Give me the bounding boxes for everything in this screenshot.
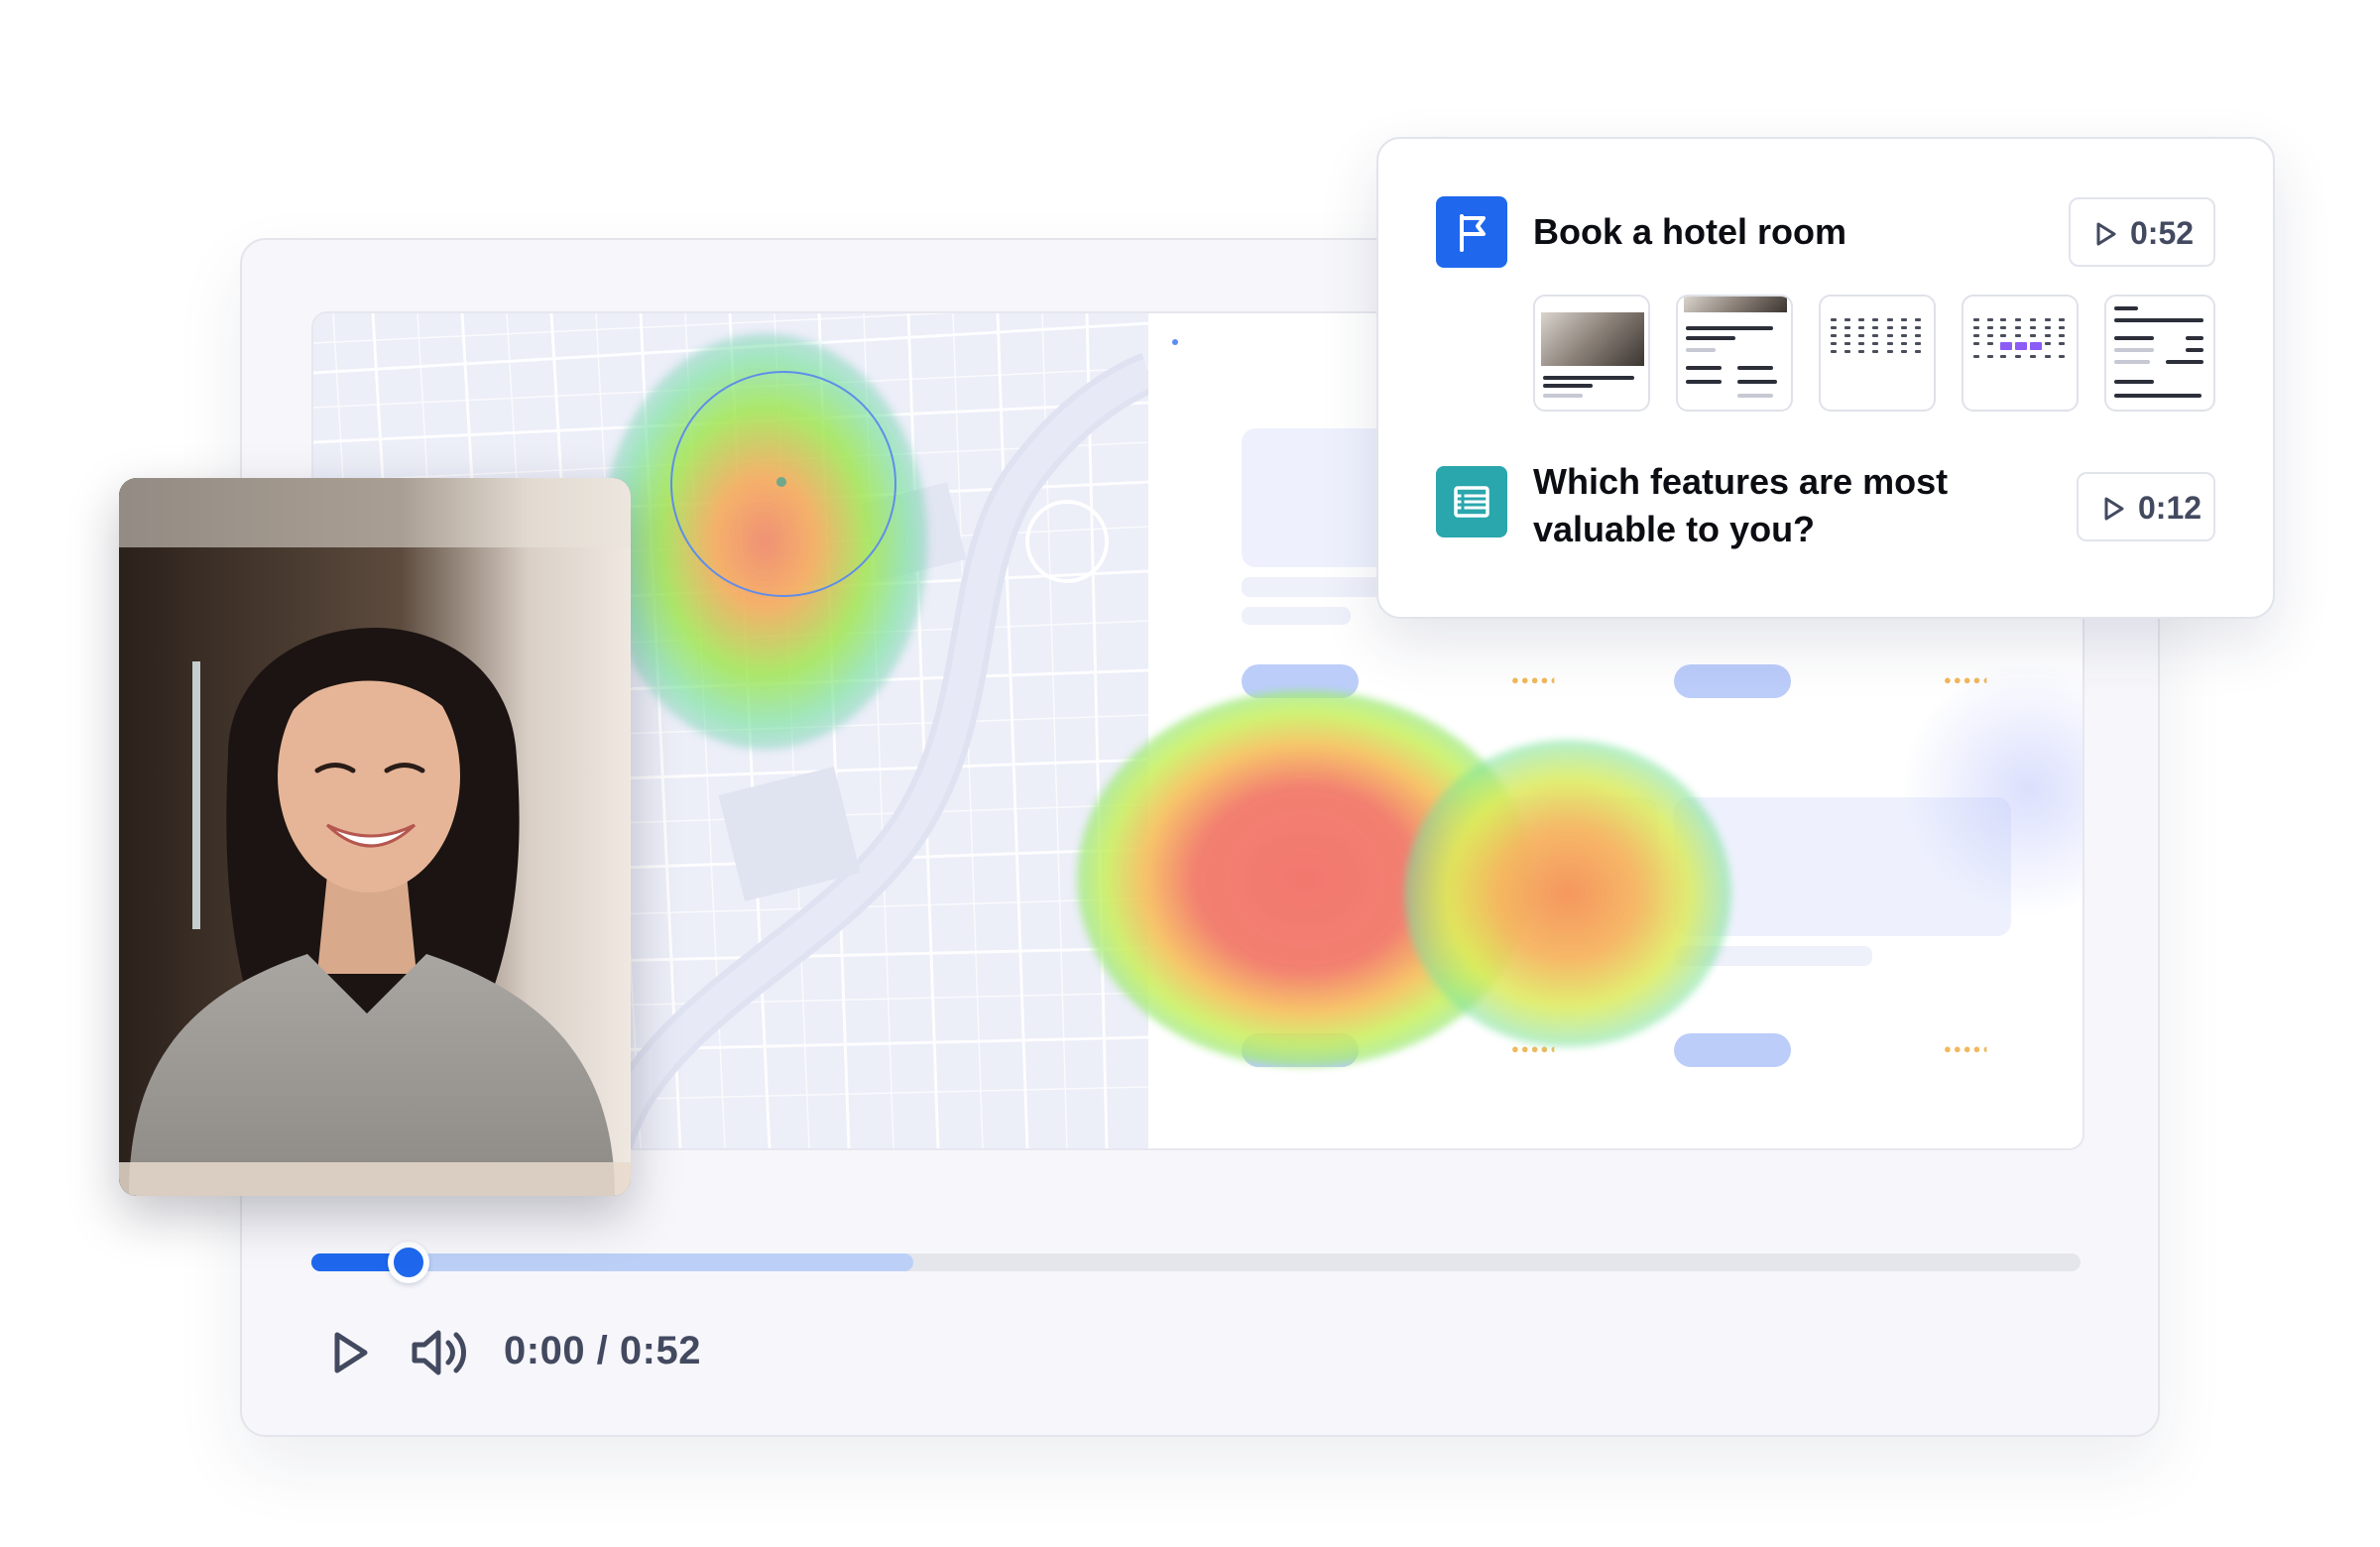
participant-photo: [119, 478, 631, 1196]
listing-card-placeholder: [1674, 797, 2011, 936]
listing-card-placeholder: [1242, 797, 1658, 936]
click-point: [776, 477, 786, 487]
task-duration: 0:12: [2138, 490, 2202, 526]
indicator-dot: [1172, 339, 1178, 345]
play-button[interactable]: [325, 1329, 373, 1376]
screenshot-thumbnail[interactable]: [1819, 295, 1936, 412]
play-task-clip-button[interactable]: 0:52: [2069, 197, 2215, 267]
participant-webcam: [119, 478, 631, 1196]
playback-progress-bar[interactable]: [311, 1242, 2081, 1283]
screenshot-thumbnail[interactable]: [1676, 295, 1793, 412]
rating-stars: ●●●●◐: [1944, 1041, 1993, 1056]
price-pill: [1242, 664, 1359, 698]
volume-button[interactable]: [411, 1327, 472, 1378]
rating-stars: ●●●●◐: [1944, 672, 1993, 687]
price-pill: [1674, 1033, 1791, 1067]
text-placeholder: [1242, 946, 1499, 966]
price-pill: [1674, 664, 1791, 698]
screenshot-thumbnail[interactable]: [2104, 295, 2215, 412]
rating-stars: ●●●●◐: [1511, 672, 1561, 687]
play-task-clip-button[interactable]: 0:12: [2077, 472, 2215, 541]
time-readout: 0:00 / 0:52: [504, 1329, 701, 1372]
text-placeholder: [1242, 607, 1351, 625]
screenshot-thumbnail[interactable]: [1962, 295, 2079, 412]
flag-icon: [1436, 196, 1507, 268]
task-title-line: Which features are most: [1533, 461, 1949, 502]
text-placeholder: [1674, 946, 1872, 966]
play-icon: [2096, 222, 2116, 246]
task-list-card: Book a hotel room 0:52 Which features ar…: [1376, 137, 2275, 619]
task-title-line: valuable to you?: [1533, 509, 1816, 549]
list-icon: [1436, 466, 1507, 537]
screenshot-thumbnail[interactable]: [1533, 295, 1650, 412]
progress-scrubber-handle[interactable]: [388, 1242, 430, 1283]
rating-stars: ●●●●◐: [1511, 1041, 1561, 1056]
price-pill: [1242, 1033, 1359, 1067]
play-icon: [2104, 497, 2124, 521]
volume-icon: [412, 1330, 466, 1375]
task-title: Book a hotel room: [1533, 211, 1847, 252]
task-duration: 0:52: [2130, 215, 2195, 251]
task-title: Which features are most valuable to you?: [1533, 458, 1948, 553]
play-icon: [334, 1332, 368, 1373]
